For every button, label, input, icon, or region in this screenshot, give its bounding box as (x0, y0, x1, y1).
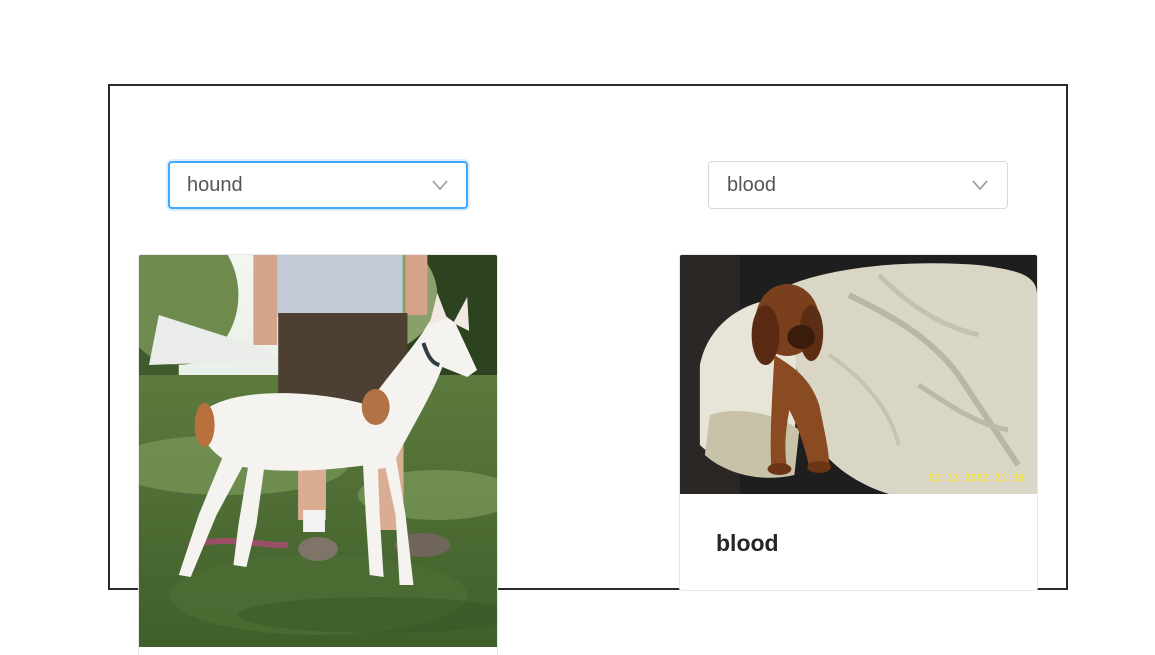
breed-select-value: hound (187, 173, 243, 196)
bloodhound-photo: 03 12 2002 21:39 (680, 255, 1037, 494)
hound-photo-art (139, 255, 497, 647)
photo-timestamp: 03 12 2002 21:39 (929, 473, 1025, 484)
hound-photo (139, 255, 497, 647)
bloodhound-photo-art: 03 12 2002 21:39 (680, 255, 1037, 494)
sub-breed-select[interactable]: blood (708, 161, 1008, 209)
sub-breed-select-value: blood (727, 173, 776, 196)
chevron-down-icon (432, 180, 448, 191)
breed-select[interactable]: hound (168, 161, 468, 209)
breed-card (138, 254, 498, 655)
app-stage: hound blood 03 12 2002 21:39 blood (0, 0, 1155, 655)
card-title: blood (716, 530, 779, 556)
chevron-down-icon (972, 180, 988, 191)
sub-breed-card: 03 12 2002 21:39 blood (679, 254, 1038, 591)
